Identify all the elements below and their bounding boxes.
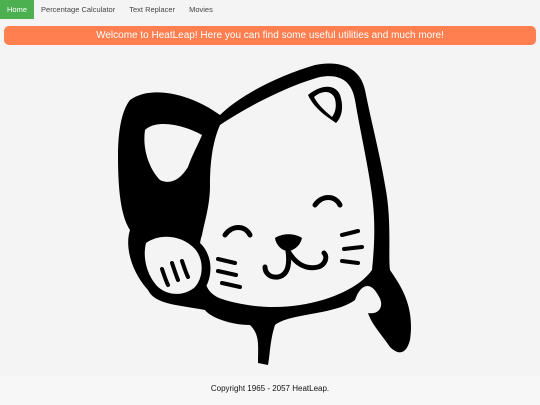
nav-item-movies[interactable]: Movies <box>182 0 220 19</box>
page-footer: Copyright 1965 - 2057 HeatLeap. <box>0 376 540 405</box>
welcome-banner: Welcome to HeatLeap! Here you can find s… <box>4 26 536 45</box>
nav-item-home[interactable]: Home <box>0 0 35 19</box>
nav-item-text-replacer[interactable]: Text Replacer <box>122 0 182 19</box>
copyright-text: Copyright 1965 - 2057 HeatLeap. <box>210 384 330 393</box>
top-navbar: Home Percentage Calculator Text Replacer… <box>0 0 540 19</box>
waving-cat-icon <box>118 63 411 365</box>
nav-item-percentage-calculator[interactable]: Percentage Calculator <box>34 0 122 19</box>
